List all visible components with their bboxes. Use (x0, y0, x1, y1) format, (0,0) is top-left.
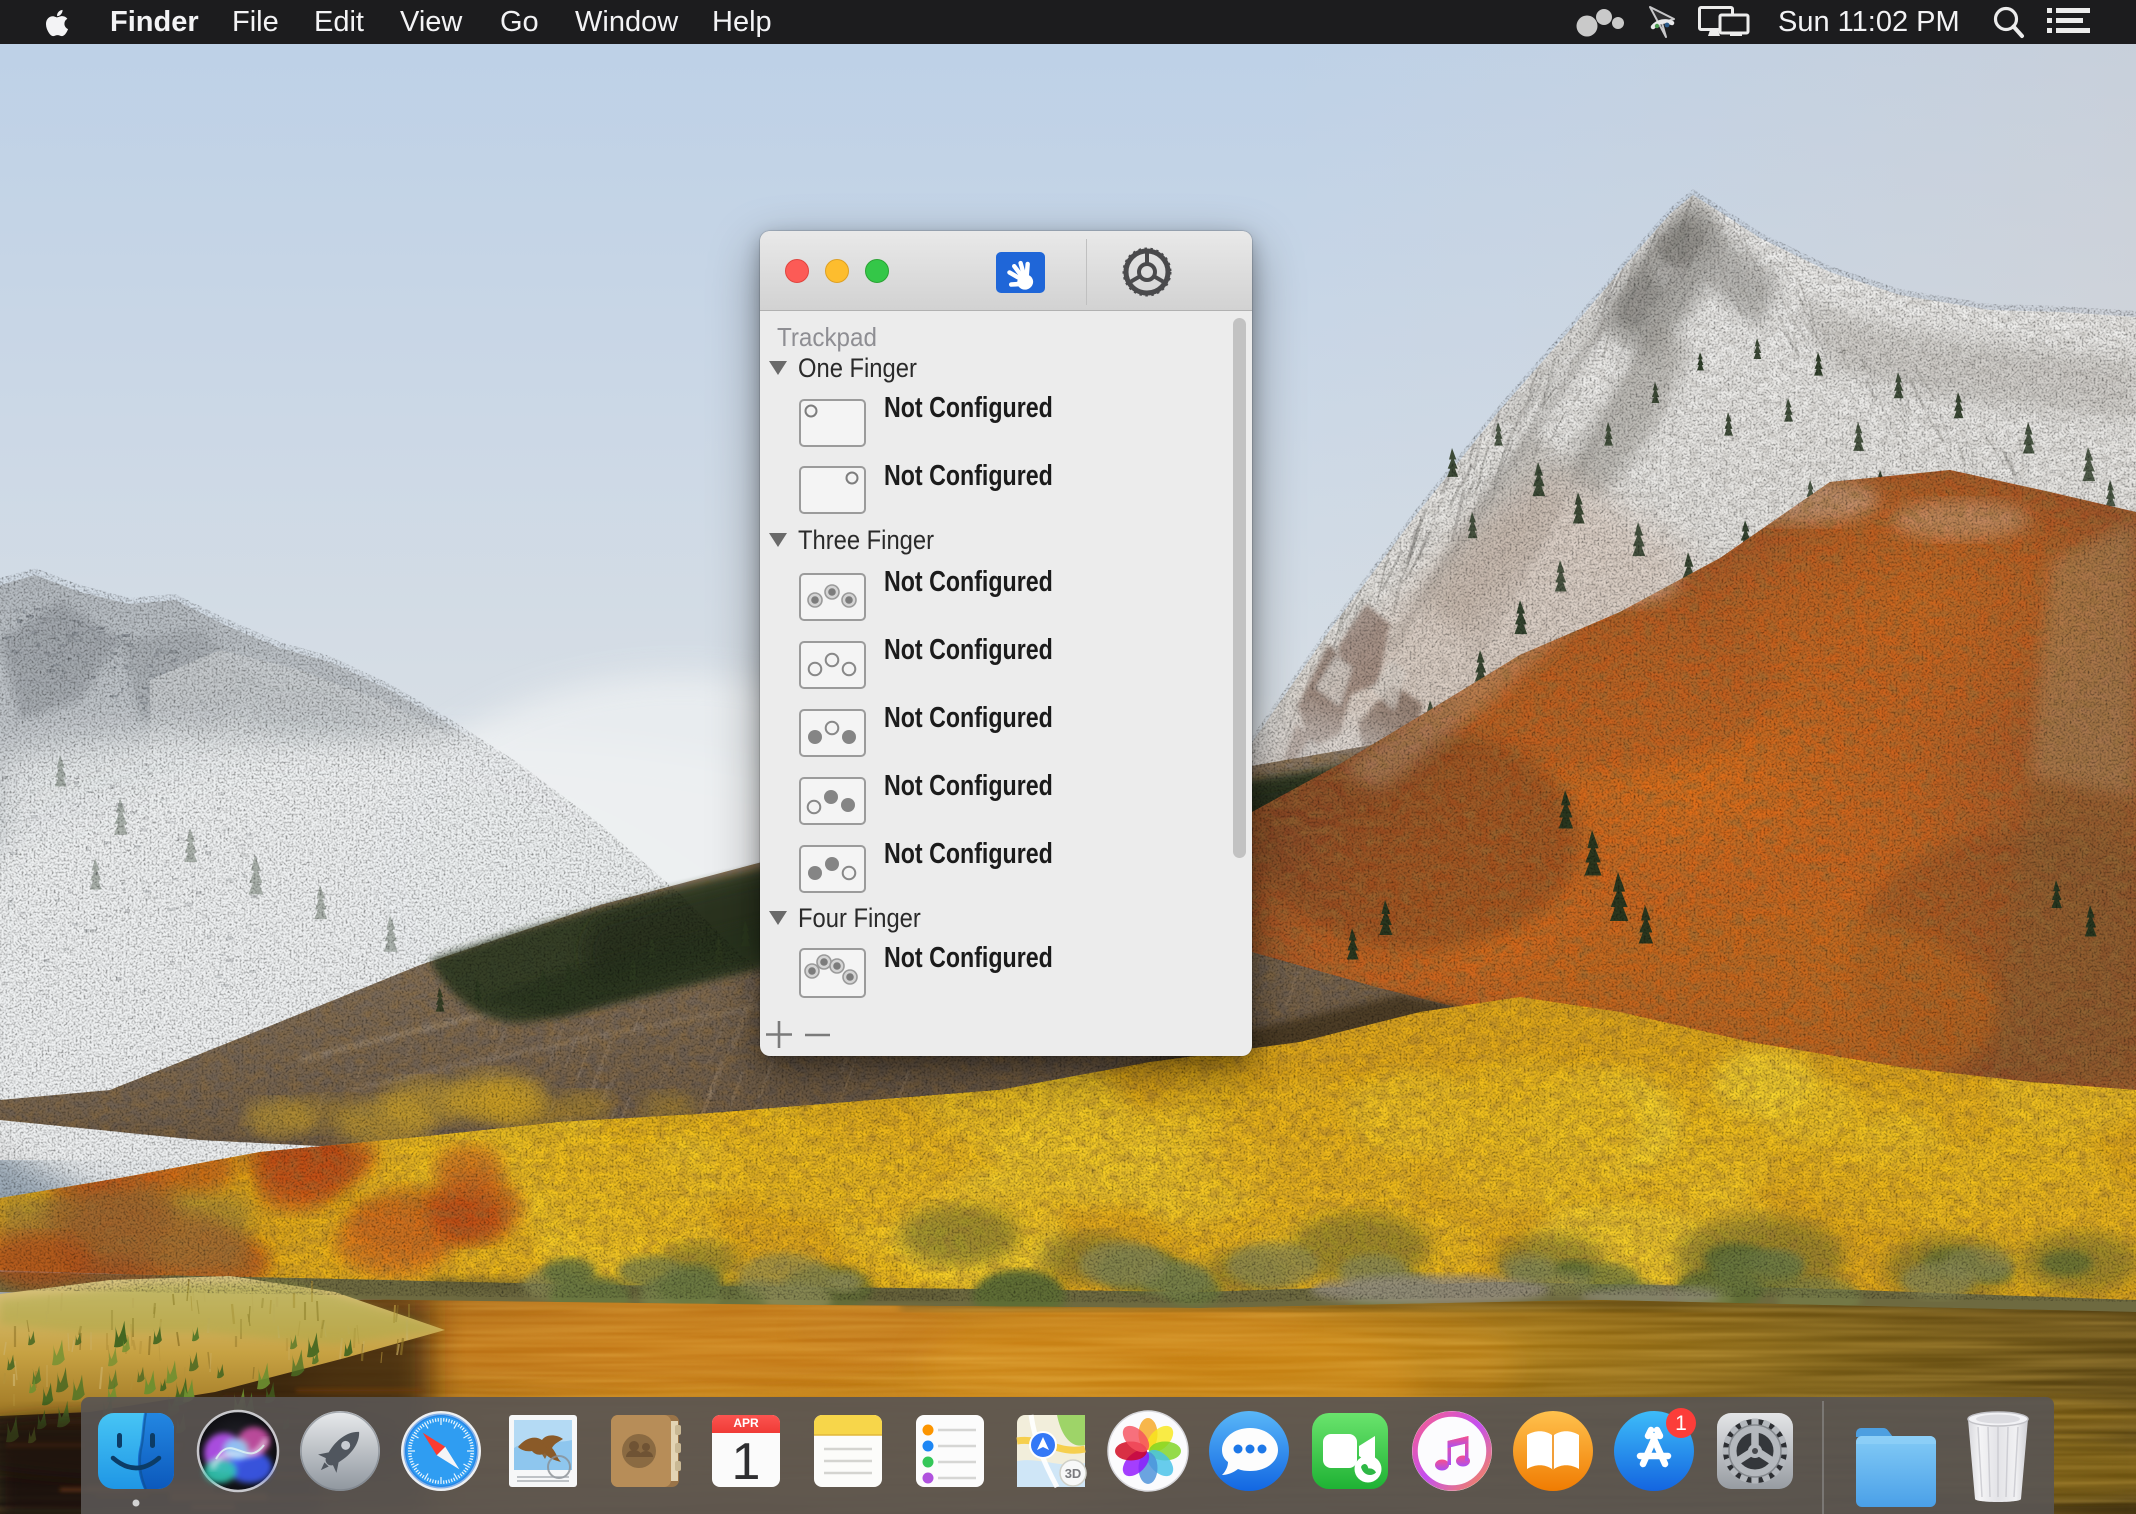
svg-text:1: 1 (1675, 1412, 1687, 1435)
svg-text:APR: APR (733, 1416, 759, 1430)
svg-text:3D: 3D (1065, 1466, 1082, 1481)
svg-text:1: 1 (732, 1433, 761, 1491)
